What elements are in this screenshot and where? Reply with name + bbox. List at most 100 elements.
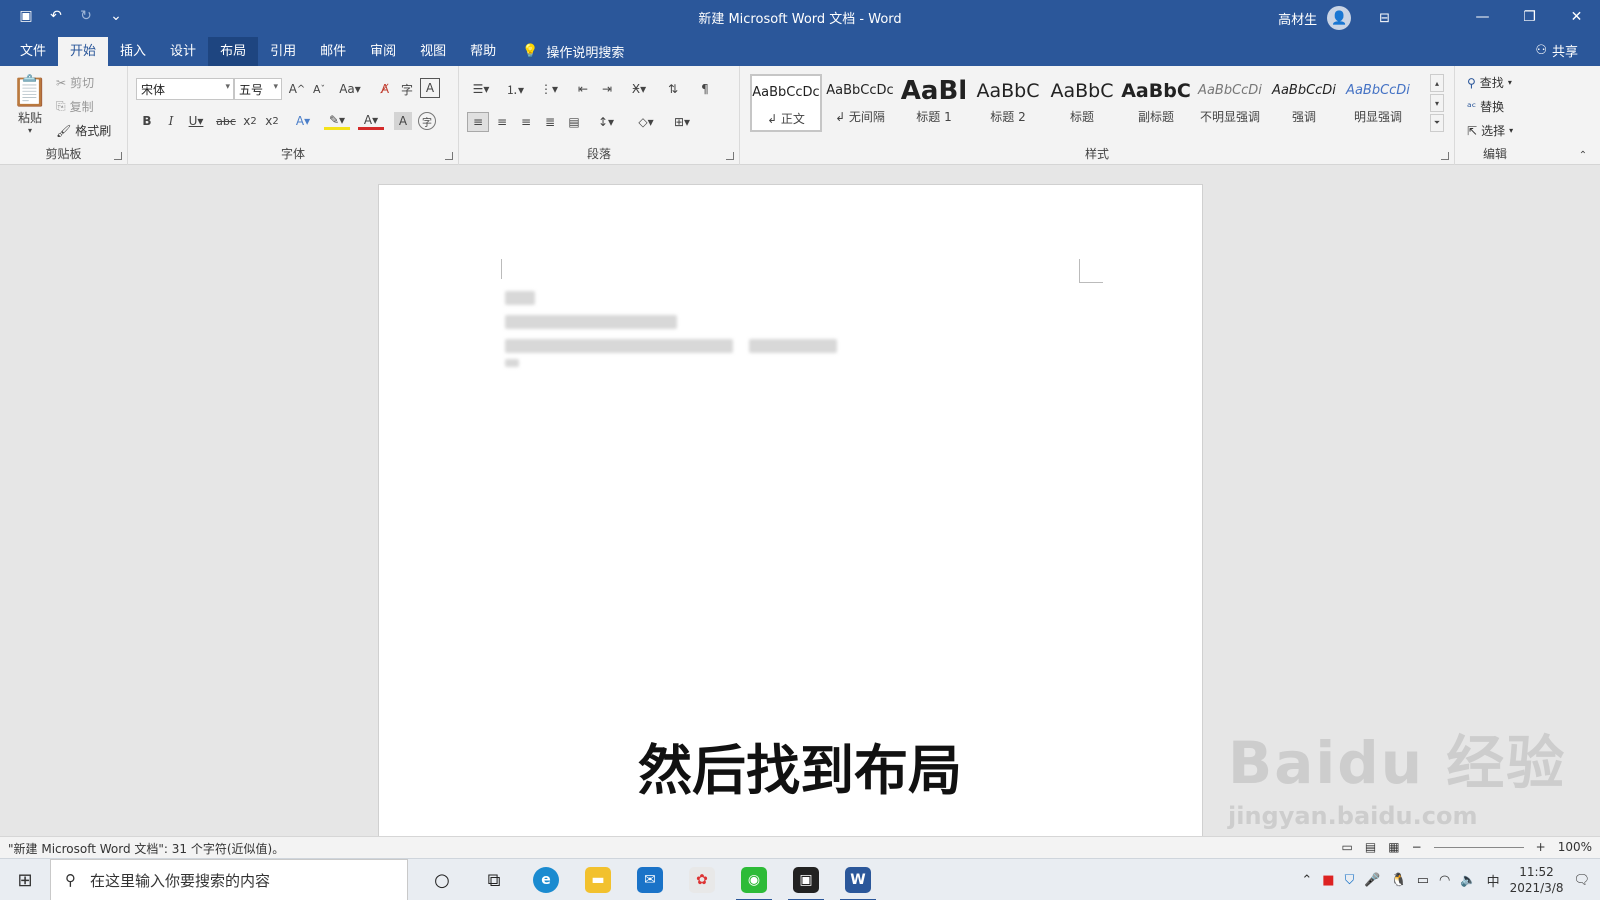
notifications-icon[interactable]: 🗨 xyxy=(1573,873,1590,888)
distributed-icon[interactable]: ▤ xyxy=(563,112,585,132)
document-area[interactable]: 然后找到布局 Baidu 经验 jingyan.baidu.com xyxy=(0,166,1600,836)
dialog-launcher-icon[interactable] xyxy=(445,152,453,160)
text-effects-icon[interactable]: A▾ xyxy=(290,112,316,130)
decrease-indent-icon[interactable]: ⇤ xyxy=(573,80,593,98)
web-layout-icon[interactable]: ▦ xyxy=(1388,840,1399,854)
record-icon[interactable]: ■ xyxy=(1322,873,1334,888)
phonetic-guide-icon[interactable]: 字 xyxy=(398,80,416,98)
increase-indent-icon[interactable]: ⇥ xyxy=(597,80,617,98)
zoom-slider[interactable] xyxy=(1433,846,1524,848)
file-explorer-icon[interactable]: ▬ xyxy=(572,859,624,900)
replace-button[interactable]: ᵃᶜ 替换 xyxy=(1467,98,1504,115)
task-view-icon[interactable]: ⧉ xyxy=(468,859,520,900)
collapse-ribbon-icon[interactable]: ⌃ xyxy=(1576,148,1590,162)
style-no-spacing[interactable]: AaBbCcDc ↲ 无间隔 xyxy=(824,74,896,132)
share-button[interactable]: ⚇ 共享 xyxy=(1535,41,1578,60)
screen-recorder-icon[interactable]: ▣ xyxy=(780,859,832,900)
align-left-icon[interactable]: ≡ xyxy=(467,112,489,132)
tab-mailings[interactable]: 邮件 xyxy=(308,37,358,66)
numbering-icon[interactable]: ⒈▾ xyxy=(501,80,529,98)
borders-icon[interactable]: ⊞▾ xyxy=(667,112,697,132)
superscript-icon[interactable]: x2 xyxy=(262,112,282,130)
avatar[interactable]: 👤 xyxy=(1327,6,1352,30)
windows-start-icon[interactable]: ⊞ xyxy=(0,859,50,900)
styles-more-icon[interactable]: ⏷ xyxy=(1430,114,1444,132)
qq-icon[interactable]: 🐧 xyxy=(1391,873,1407,888)
copy-button[interactable]: ⎘ 复制 xyxy=(56,98,94,115)
line-spacing-icon[interactable]: ↕▾ xyxy=(591,112,621,132)
find-button[interactable]: ⚲ 查找 ▾ xyxy=(1467,74,1512,91)
multilevel-list-icon[interactable]: ⋮▾ xyxy=(535,80,563,98)
grow-font-icon[interactable]: A ^ xyxy=(288,80,306,98)
zoom-level[interactable]: 100% xyxy=(1558,840,1592,854)
dialog-launcher-icon[interactable] xyxy=(726,152,734,160)
word-icon[interactable]: W xyxy=(832,859,884,900)
bold-icon[interactable]: B xyxy=(138,112,156,130)
italic-icon[interactable]: I xyxy=(162,112,180,130)
style-title[interactable]: AaBbC 标题 xyxy=(1046,74,1118,132)
paste-button[interactable]: 📋 粘贴 ▾ xyxy=(10,72,50,136)
tab-home[interactable]: 开始 xyxy=(58,37,109,66)
tab-insert[interactable]: 插入 xyxy=(108,37,158,66)
print-layout-icon[interactable]: ▤ xyxy=(1365,840,1376,854)
font-size-dropdown[interactable]: 五号 ▾ xyxy=(234,78,282,100)
zoom-out-icon[interactable]: − xyxy=(1412,840,1422,854)
style-normal[interactable]: AaBbCcDc ↲ 正文 xyxy=(750,74,822,132)
subscript-icon[interactable]: x2 xyxy=(240,112,260,130)
character-border-icon[interactable]: A xyxy=(420,78,440,98)
asian-layout-icon[interactable]: Ӿ▾ xyxy=(625,80,653,98)
style-intense-emphasis[interactable]: AaBbCcDi 明显强调 xyxy=(1342,74,1414,132)
style-subtle-emphasis[interactable]: AaBbCcDi 不明显强调 xyxy=(1194,74,1266,132)
chevron-up-icon[interactable]: ⌃ xyxy=(1301,873,1312,888)
tab-review[interactable]: 审阅 xyxy=(358,37,408,66)
battery-icon[interactable]: ▭ xyxy=(1417,873,1429,888)
edge-icon[interactable]: e xyxy=(520,859,572,900)
clock[interactable]: 11:52 2021/3/8 xyxy=(1510,864,1564,896)
ribbon-display-options-icon[interactable]: ⊟ xyxy=(1379,11,1390,26)
dialog-launcher-icon[interactable] xyxy=(114,152,122,160)
align-center-icon[interactable]: ≡ xyxy=(491,112,513,132)
tab-view[interactable]: 视图 xyxy=(408,37,458,66)
clear-formatting-icon[interactable]: A̸ xyxy=(376,80,394,98)
style-heading-1[interactable]: AaBl 标题 1 xyxy=(898,74,970,132)
bullets-icon[interactable]: ☰▾ xyxy=(467,80,495,98)
font-name-dropdown[interactable]: 宋体 ▾ xyxy=(136,78,234,100)
strikethrough-icon[interactable]: abc xyxy=(216,112,236,130)
paint-icon[interactable]: ✿ xyxy=(676,859,728,900)
sort-icon[interactable]: ⇅ xyxy=(663,80,683,98)
tab-help[interactable]: 帮助 xyxy=(458,37,508,66)
styles-scroll-down-icon[interactable]: ▾ xyxy=(1430,94,1444,112)
justify-icon[interactable]: ≣ xyxy=(539,112,561,132)
tab-design[interactable]: 设计 xyxy=(158,37,208,66)
taskbar-search[interactable]: ⚲ 在这里输入你要搜索的内容 xyxy=(50,859,408,900)
close-button[interactable]: ✕ xyxy=(1553,0,1600,33)
font-color-icon[interactable]: A▾ xyxy=(358,112,384,130)
read-mode-icon[interactable]: ▭ xyxy=(1342,840,1353,854)
ime-indicator[interactable]: 中 xyxy=(1487,871,1500,890)
mail-icon[interactable]: ✉ xyxy=(624,859,676,900)
cut-button[interactable]: ✂ 剪切 xyxy=(56,74,94,91)
cortana-icon[interactable]: ○ xyxy=(416,859,468,900)
format-painter-button[interactable]: 🖌 格式刷 xyxy=(56,122,111,139)
tab-layout[interactable]: 布局 xyxy=(208,37,259,66)
style-heading-2[interactable]: AaBbC 标题 2 xyxy=(972,74,1044,132)
wifi-icon[interactable]: ◠ xyxy=(1439,873,1450,888)
highlight-icon[interactable]: ✎▾ xyxy=(324,112,350,130)
restore-button[interactable]: ❐ xyxy=(1506,0,1553,33)
shading-icon[interactable]: ◇▾ xyxy=(631,112,661,132)
select-button[interactable]: ⇱ 选择 ▾ xyxy=(1467,122,1513,139)
tell-me-search[interactable]: 💡 操作说明搜索 xyxy=(522,37,624,66)
character-shading-icon[interactable]: A xyxy=(394,112,412,130)
minimize-button[interactable]: — xyxy=(1459,0,1506,33)
security-shield-icon[interactable]: ⛉ xyxy=(1345,873,1355,888)
microphone-icon[interactable]: 🎤 xyxy=(1364,873,1380,888)
zoom-in-icon[interactable]: + xyxy=(1536,840,1546,854)
tab-file[interactable]: 文件 xyxy=(8,37,58,66)
style-emphasis[interactable]: AaBbCcDi 强调 xyxy=(1268,74,1340,132)
underline-icon[interactable]: U▾ xyxy=(184,112,208,130)
wechat-icon[interactable]: ◉ xyxy=(728,859,780,900)
style-subtitle[interactable]: AaBbC 副标题 xyxy=(1120,74,1192,132)
show-marks-icon[interactable]: ¶ xyxy=(695,80,715,98)
change-case-icon[interactable]: Aa▾ xyxy=(336,80,364,98)
tab-references[interactable]: 引用 xyxy=(258,37,308,66)
